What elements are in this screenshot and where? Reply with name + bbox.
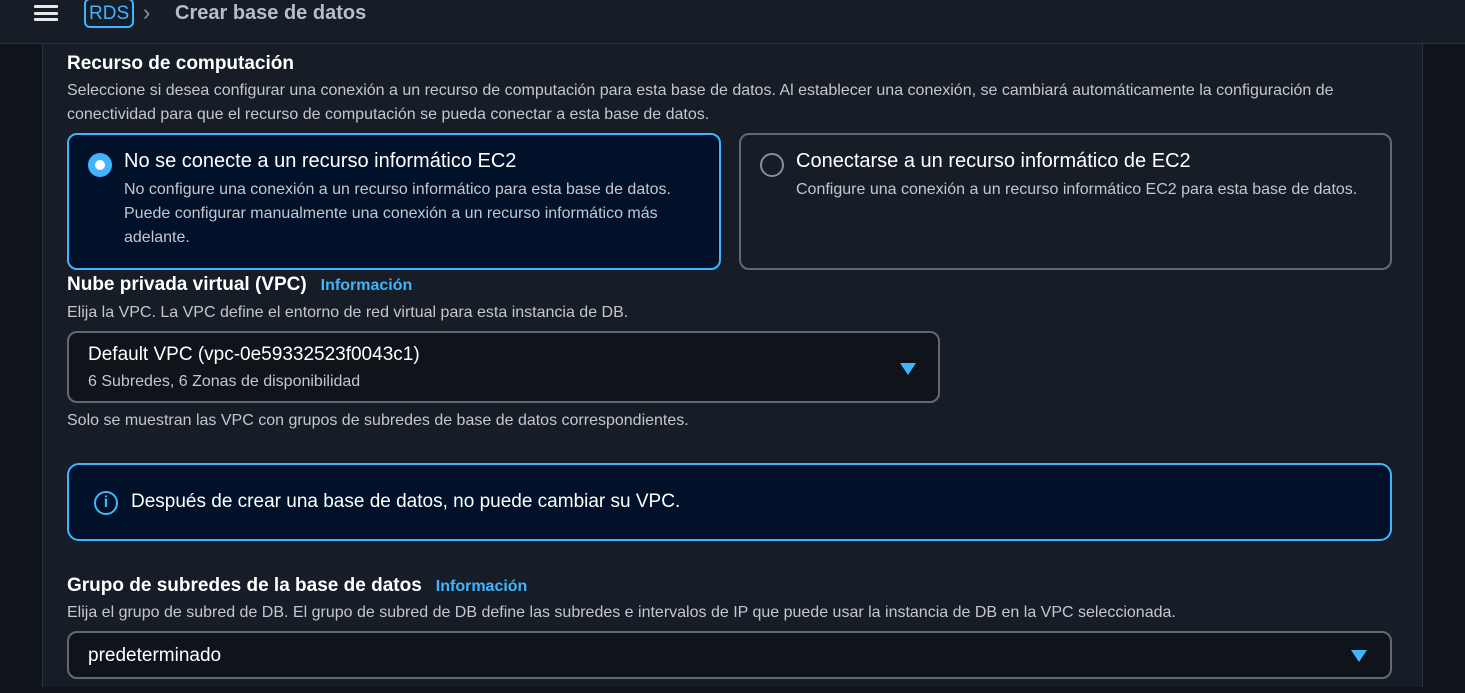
bottom-edge	[0, 687, 1465, 693]
vpc-select[interactable]: Default VPC (vpc-0e59332523f0043c1) 6 Su…	[67, 331, 940, 403]
subnet-info-link[interactable]: Información	[436, 578, 528, 595]
compute-option-description: No configure una conexión a un recurso i…	[124, 181, 671, 246]
alert-text: Después de crear una base de datos, no p…	[131, 491, 681, 512]
subnet-select-value: predeterminado	[88, 645, 222, 666]
breadcrumb-current: Crear base de datos	[175, 2, 367, 24]
compute-section-title: Recurso de computación	[67, 53, 294, 74]
vpc-hint: Solo se muestran las VPC con grupos de s…	[67, 412, 689, 429]
compute-option-description: Configure una conexión a un recurso info…	[796, 181, 1358, 198]
top-bar: RDS › Crear base de datos	[0, 0, 1465, 44]
subnet-description: Elija el grupo de subred de DB. El grupo…	[67, 604, 1176, 621]
vpc-select-value: Default VPC (vpc-0e59332523f0043c1)	[88, 344, 420, 365]
vpc-section-title: Nube privada virtual (VPC) Información	[67, 274, 412, 296]
menu-icon[interactable]	[34, 3, 58, 23]
radio-selected-icon[interactable]	[88, 153, 112, 177]
breadcrumb-service-link[interactable]: RDS	[84, 0, 135, 28]
compute-option-connect-ec2[interactable]: Conectarse a un recurso informático de E…	[739, 133, 1392, 270]
vpc-select-subtext: 6 Subredes, 6 Zonas de disponibilidad	[88, 373, 361, 390]
caret-down-icon	[1351, 650, 1367, 662]
subnet-group-select[interactable]: predeterminado	[67, 631, 1392, 679]
compute-option-title: No se conecte a un recurso informático E…	[124, 150, 517, 172]
caret-down-icon	[900, 363, 916, 375]
vpc-title-text: Nube privada virtual (VPC)	[67, 274, 307, 295]
subnet-section-title: Grupo de subredes de la base de datos Inf…	[67, 575, 527, 597]
radio-unselected-icon[interactable]	[760, 153, 784, 177]
info-icon: i	[94, 491, 118, 515]
vpc-info-alert: i Después de crear una base de datos, no…	[67, 463, 1392, 541]
compute-option-title: Conectarse a un recurso informático de E…	[796, 150, 1191, 172]
chevron-right-icon: ›	[143, 0, 151, 25]
compute-section-description: Seleccione si desea configurar una conex…	[67, 82, 1334, 123]
vpc-info-link[interactable]: Información	[321, 277, 413, 294]
compute-option-no-connect[interactable]: No se conecte a un recurso informático E…	[67, 133, 721, 270]
vpc-description: Elija la VPC. La VPC define el entorno d…	[67, 304, 629, 321]
subnet-title-text: Grupo de subredes de la base de datos	[67, 575, 422, 596]
